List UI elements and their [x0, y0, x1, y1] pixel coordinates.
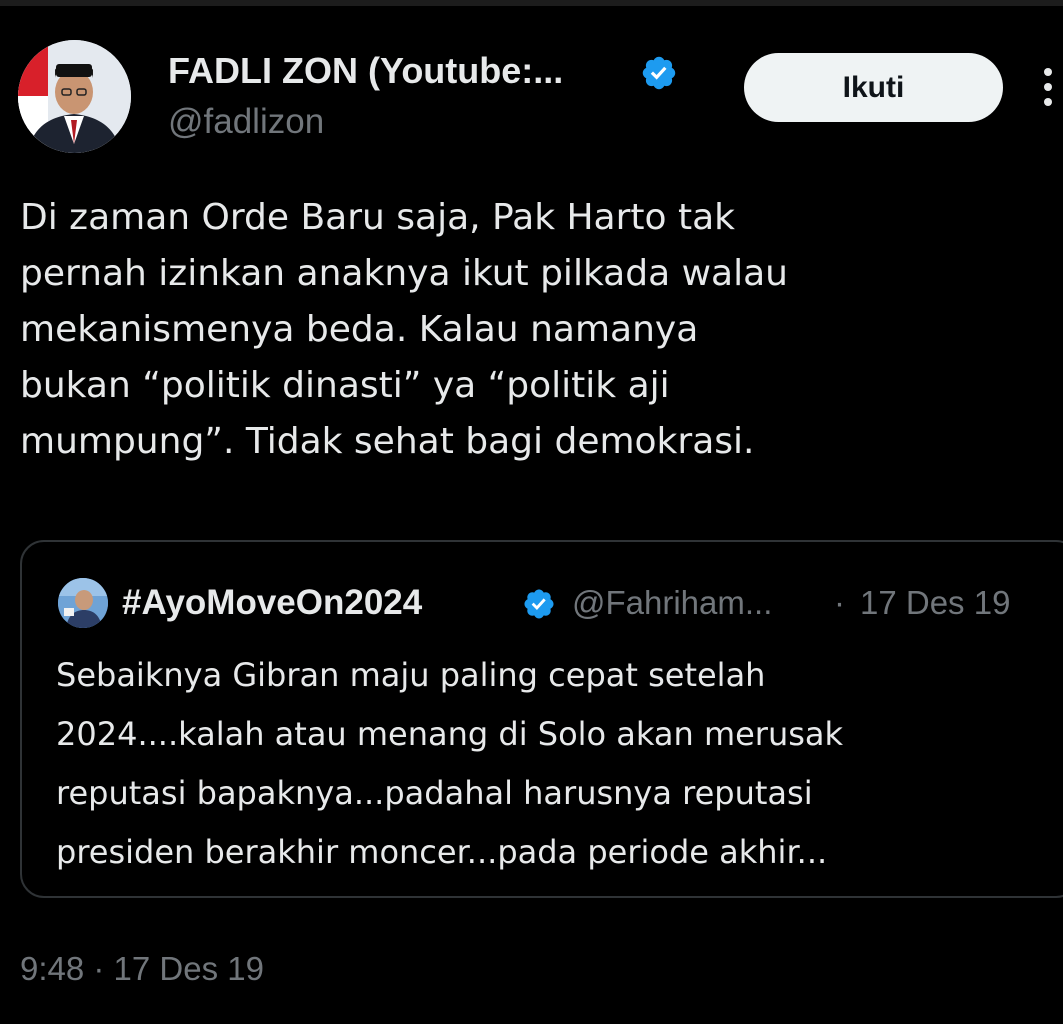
verified-badge-icon [642, 56, 676, 90]
quoted-author-handle: @Fahriham... [572, 584, 773, 621]
quoted-text-line: Sebaiknya Gibran maju paling cepat setel… [56, 656, 766, 694]
dot-separator: · [834, 584, 845, 621]
tweet-text-line: pernah izinkan anaknya ikut pilkada wala… [20, 253, 788, 294]
quoted-tweet-date: 17 Des 19 [860, 584, 1011, 621]
quoted-tweet-text: Sebaiknya Gibran maju paling cepat setel… [56, 646, 1063, 882]
tweet-text-line: mekanismenya beda. Kalau namanya [20, 309, 699, 350]
quoted-text-line: reputasi bapaknya...padahal harusnya rep… [56, 774, 813, 812]
follow-button[interactable]: Ikuti [744, 53, 1003, 122]
tweet-timestamp[interactable]: 9:48 · 17 Des 19 [20, 947, 264, 991]
author-display-name[interactable]: FADLI ZON (Youtube:... [168, 48, 563, 94]
top-divider [0, 0, 1063, 6]
author-avatar[interactable] [18, 40, 131, 153]
quoted-author-avatar [58, 578, 108, 628]
tweet-text-line: mumpung”. Tidak sehat bagi demokrasi. [20, 421, 755, 462]
more-vertical-icon[interactable] [1038, 62, 1058, 112]
tweet-text: Di zaman Orde Baru saja, Pak Harto tak p… [20, 190, 1050, 470]
author-handle[interactable]: @fadlizon [168, 100, 324, 144]
tweet-text-line: Di zaman Orde Baru saja, Pak Harto tak [20, 197, 736, 238]
quoted-text-line: 2024....kalah atau menang di Solo akan m… [56, 715, 844, 753]
quoted-author-display-name: #AyoMoveOn2024 [122, 583, 423, 622]
tweet-text-line: bukan “politik dinasti” ya “politik aji [20, 365, 670, 406]
user-avatar-icon [18, 40, 131, 153]
quoted-tweet-card[interactable]: #AyoMoveOn2024 @Fahriham... · 17 Des 19 … [20, 540, 1063, 898]
user-avatar-icon [58, 578, 108, 628]
quoted-text-line: presiden berakhir moncer...pada periode … [56, 833, 828, 871]
verified-badge-icon [524, 589, 554, 619]
